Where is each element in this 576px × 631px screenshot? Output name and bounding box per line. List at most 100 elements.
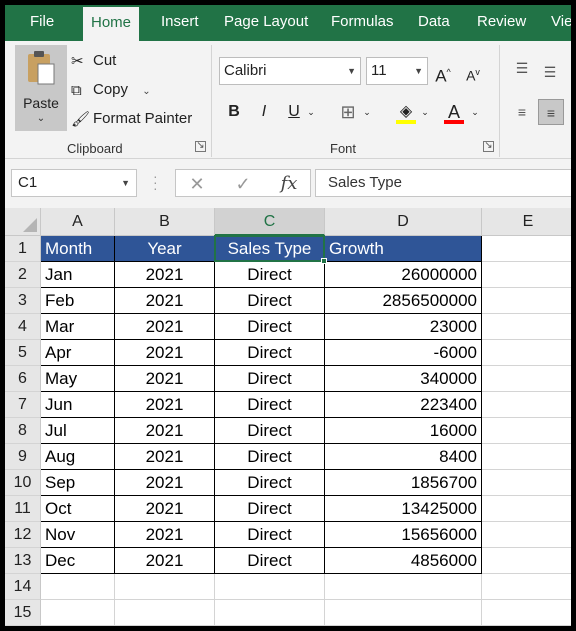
cell-c6[interactable]: Direct <box>215 366 325 392</box>
cell-e8[interactable] <box>482 418 571 444</box>
row-header-10[interactable]: 10 <box>5 470 41 496</box>
cell-d11[interactable]: 13425000 <box>325 496 482 522</box>
cell-d8[interactable]: 16000 <box>325 418 482 444</box>
cell-b9[interactable]: 2021 <box>115 444 215 470</box>
cell-b2[interactable]: 2021 <box>115 262 215 288</box>
enter-check-icon[interactable]: ✓ <box>228 172 258 196</box>
cell-c4[interactable]: Direct <box>215 314 325 340</box>
select-all-button[interactable] <box>5 208 41 236</box>
cell-e7[interactable] <box>482 392 571 418</box>
cell-a4[interactable]: Mar <box>41 314 115 340</box>
cell-d14[interactable] <box>325 574 482 600</box>
dialog-launcher-icon[interactable]: ↘ <box>195 141 206 152</box>
column-header-d[interactable]: D <box>325 208 482 236</box>
cell-a3[interactable]: Feb <box>41 288 115 314</box>
cell-e14[interactable] <box>482 574 571 600</box>
cell-c14[interactable] <box>215 574 325 600</box>
font-color-button[interactable]: A <box>443 99 465 125</box>
cell-a5[interactable]: Apr <box>41 340 115 366</box>
cell-a8[interactable]: Jul <box>41 418 115 444</box>
cell-b15[interactable] <box>115 600 215 626</box>
cell-e11[interactable] <box>482 496 571 522</box>
tab-review[interactable]: Review <box>477 5 526 41</box>
cell-a9[interactable]: Aug <box>41 444 115 470</box>
cell-c7[interactable]: Direct <box>215 392 325 418</box>
cell-b1[interactable]: Year <box>115 236 215 262</box>
cell-c5[interactable]: Direct <box>215 340 325 366</box>
cell-d2[interactable]: 26000000 <box>325 262 482 288</box>
chevron-down-icon[interactable]: ⌄ <box>469 99 481 125</box>
column-header-e[interactable]: E <box>482 208 571 236</box>
shrink-font-button[interactable]: Av <box>463 59 483 85</box>
column-header-b[interactable]: B <box>115 208 215 236</box>
cell-b11[interactable]: 2021 <box>115 496 215 522</box>
cell-a7[interactable]: Jun <box>41 392 115 418</box>
borders-icon[interactable]: ⊞ <box>337 99 359 125</box>
cell-b12[interactable]: 2021 <box>115 522 215 548</box>
row-header-15[interactable]: 15 <box>5 600 41 626</box>
cell-c3[interactable]: Direct <box>215 288 325 314</box>
cell-e12[interactable] <box>482 522 571 548</box>
bold-button[interactable]: B <box>223 99 245 125</box>
cell-c9[interactable]: Direct <box>215 444 325 470</box>
cell-d13[interactable]: 4856000 <box>325 548 482 574</box>
dialog-launcher-icon[interactable]: ↘ <box>483 141 494 152</box>
cell-a6[interactable]: May <box>41 366 115 392</box>
cell-d5[interactable]: -6000 <box>325 340 482 366</box>
tab-home[interactable]: Home <box>83 7 140 41</box>
cell-e5[interactable] <box>482 340 571 366</box>
cell-c10[interactable]: Direct <box>215 470 325 496</box>
fill-handle[interactable] <box>321 258 327 264</box>
cell-a10[interactable]: Sep <box>41 470 115 496</box>
format-painter-button[interactable]: 🖌 Format Painter <box>71 110 192 134</box>
font-family-select[interactable]: Calibri ▼ <box>219 57 361 85</box>
row-header-3[interactable]: 3 <box>5 288 41 314</box>
cell-c12[interactable]: Direct <box>215 522 325 548</box>
cell-b10[interactable]: 2021 <box>115 470 215 496</box>
cell-e13[interactable] <box>482 548 571 574</box>
row-header-7[interactable]: 7 <box>5 392 41 418</box>
cell-a14[interactable] <box>41 574 115 600</box>
cell-e10[interactable] <box>482 470 571 496</box>
name-box[interactable]: C1 ▼ <box>11 169 137 197</box>
align-left-icon[interactable]: ≡ <box>511 99 533 125</box>
cell-d9[interactable]: 8400 <box>325 444 482 470</box>
column-header-c[interactable]: C <box>215 208 325 236</box>
cell-a15[interactable] <box>41 600 115 626</box>
cell-e2[interactable] <box>482 262 571 288</box>
cell-e4[interactable] <box>482 314 571 340</box>
cell-e15[interactable] <box>482 600 571 626</box>
cell-b8[interactable]: 2021 <box>115 418 215 444</box>
cell-a2[interactable]: Jan <box>41 262 115 288</box>
copy-button[interactable]: ⧉ Copy ⌄ <box>71 81 151 105</box>
insert-function-icon[interactable]: fx <box>274 172 304 196</box>
cell-b14[interactable] <box>115 574 215 600</box>
tab-file[interactable]: File <box>30 5 54 41</box>
cell-c13[interactable]: Direct <box>215 548 325 574</box>
cell-d1[interactable]: Growth <box>325 236 482 262</box>
row-header-6[interactable]: 6 <box>5 366 41 392</box>
tab-insert[interactable]: Insert <box>161 5 199 41</box>
cell-b3[interactable]: 2021 <box>115 288 215 314</box>
cell-d10[interactable]: 1856700 <box>325 470 482 496</box>
fill-color-button[interactable]: ◈ <box>395 99 417 125</box>
cell-b4[interactable]: 2021 <box>115 314 215 340</box>
cell-b5[interactable]: 2021 <box>115 340 215 366</box>
cell-a11[interactable]: Oct <box>41 496 115 522</box>
underline-button[interactable]: U <box>283 99 305 125</box>
cell-e3[interactable] <box>482 288 571 314</box>
tab-formulas[interactable]: Formulas <box>331 5 394 41</box>
row-header-9[interactable]: 9 <box>5 444 41 470</box>
cell-c1[interactable]: Sales Type <box>215 236 325 262</box>
paste-button[interactable]: Paste ⌄ <box>15 45 67 131</box>
row-header-8[interactable]: 8 <box>5 418 41 444</box>
cell-c15[interactable] <box>215 600 325 626</box>
cell-e9[interactable] <box>482 444 571 470</box>
cell-d6[interactable]: 340000 <box>325 366 482 392</box>
tab-data[interactable]: Data <box>418 5 450 41</box>
cell-c2[interactable]: Direct <box>215 262 325 288</box>
cell-a1[interactable]: Month <box>41 236 115 262</box>
align-top-icon[interactable]: ☰ <box>511 55 533 81</box>
row-header-5[interactable]: 5 <box>5 340 41 366</box>
cell-d4[interactable]: 23000 <box>325 314 482 340</box>
